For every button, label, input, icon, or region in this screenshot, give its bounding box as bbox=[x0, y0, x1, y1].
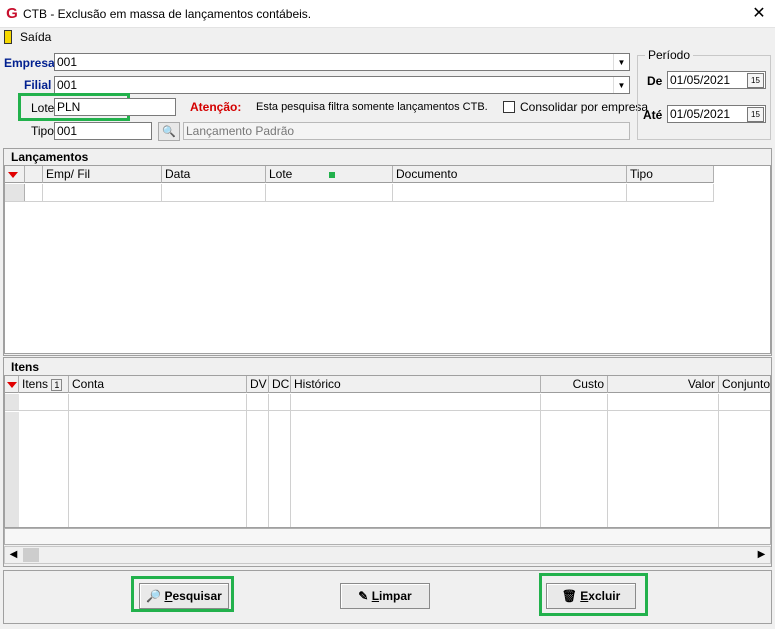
col-conjunto[interactable]: Conjunto bbox=[719, 376, 770, 393]
tipo-input[interactable]: 001 bbox=[54, 122, 152, 140]
excluir-label: xcluir bbox=[588, 589, 621, 603]
empresa-label: Empresa bbox=[4, 56, 55, 70]
calendar-icon[interactable]: 15 bbox=[747, 107, 764, 122]
atencao-text: Esta pesquisa filtra somente lançamentos… bbox=[256, 101, 488, 113]
col-tipo[interactable]: Tipo bbox=[627, 166, 714, 183]
row-selector[interactable] bbox=[5, 184, 25, 201]
trash-icon: 🗑 bbox=[561, 589, 577, 603]
ate-label: Até bbox=[643, 108, 663, 122]
col-documento[interactable]: Documento bbox=[393, 166, 627, 183]
table-row[interactable] bbox=[5, 184, 714, 202]
de-date-input[interactable]: 01/05/2021 15 bbox=[667, 71, 766, 89]
itens-grid-header: Itens 1 Conta DV DC Histórico Custo Valo… bbox=[5, 376, 770, 393]
lote-label: Lote bbox=[31, 101, 55, 115]
col-historico[interactable]: Histórico bbox=[291, 376, 541, 393]
periodo-legend: Período bbox=[645, 48, 694, 62]
filter-triangle-icon[interactable] bbox=[7, 382, 17, 388]
ate-date-input[interactable]: 01/05/2021 15 bbox=[667, 105, 766, 123]
col-custo[interactable]: Custo bbox=[541, 376, 608, 393]
col-itens-label: Itens bbox=[22, 377, 49, 391]
limpar-accel: L bbox=[371, 589, 380, 603]
sort-number-badge: 1 bbox=[51, 379, 63, 391]
col-emp-fil[interactable]: Emp/ Fil bbox=[43, 166, 162, 183]
itens-empty-row bbox=[4, 528, 771, 545]
close-icon[interactable]: ✕ bbox=[748, 4, 770, 24]
empresa-value: 001 bbox=[57, 55, 78, 69]
app-logo-icon: G bbox=[6, 5, 18, 22]
lote-value: PLN bbox=[57, 100, 81, 114]
consolidar-label: Consolidar por empresa bbox=[520, 100, 649, 114]
lancamentos-title: Lançamentos bbox=[11, 150, 89, 164]
magnifier-icon: 🔎 bbox=[146, 589, 162, 603]
search-binoculars-icon[interactable]: 🔍 bbox=[158, 122, 180, 141]
tipo-label: Tipo bbox=[31, 124, 54, 138]
filial-label: Filial bbox=[24, 78, 52, 92]
limpar-label: impar bbox=[379, 589, 412, 603]
chevron-down-icon[interactable]: ▼ bbox=[613, 77, 629, 93]
exit-door-icon[interactable] bbox=[4, 30, 12, 44]
itens-grid[interactable]: Itens 1 Conta DV DC Histórico Custo Valo… bbox=[4, 375, 771, 528]
itens-title: Itens bbox=[11, 360, 40, 374]
empresa-select[interactable]: 001 ▼ bbox=[54, 53, 630, 71]
tipo-value: 001 bbox=[57, 124, 78, 138]
grid-menu-cell[interactable] bbox=[5, 166, 25, 183]
de-date-value: 01/05/2021 bbox=[670, 73, 731, 87]
pesquisar-label: esquisar bbox=[172, 589, 222, 603]
calendar-icon[interactable]: 15 bbox=[747, 73, 764, 88]
excluir-button[interactable]: 🗑 Excluir bbox=[546, 583, 636, 609]
col-valor[interactable]: Valor bbox=[608, 376, 719, 393]
atencao-label: Atenção: bbox=[190, 100, 242, 114]
table-row[interactable] bbox=[5, 394, 770, 411]
grid-menu-cell[interactable] bbox=[5, 376, 19, 393]
sort-indicator-icon bbox=[329, 172, 335, 178]
lancamentos-grid-header: Emp/ Fil Data Lote Documento Tipo bbox=[5, 166, 714, 183]
grid-indicator-col bbox=[25, 166, 43, 183]
menu-bar bbox=[0, 28, 775, 46]
col-itens[interactable]: Itens 1 bbox=[19, 376, 69, 393]
scroll-thumb[interactable] bbox=[23, 548, 39, 562]
col-lote-label: Lote bbox=[269, 167, 293, 181]
lancamentos-grid[interactable]: Emp/ Fil Data Lote Documento Tipo bbox=[4, 165, 771, 354]
ate-date-value: 01/05/2021 bbox=[670, 107, 731, 121]
row-selector-column bbox=[5, 412, 19, 527]
pesquisar-button[interactable]: 🔎 Pesquisar bbox=[139, 583, 229, 609]
col-dv[interactable]: DV bbox=[247, 376, 269, 393]
col-conta[interactable]: Conta bbox=[69, 376, 247, 393]
menu-exit[interactable]: Saída bbox=[20, 30, 51, 44]
col-lote[interactable]: Lote bbox=[266, 166, 393, 183]
filter-triangle-icon[interactable] bbox=[8, 172, 18, 178]
lote-input[interactable]: PLN bbox=[54, 98, 176, 116]
filial-value: 001 bbox=[57, 78, 78, 92]
tipo-description: Lançamento Padrão bbox=[183, 122, 630, 140]
row-selector[interactable] bbox=[5, 394, 19, 410]
scroll-right-icon[interactable]: ▶ bbox=[753, 547, 770, 563]
col-data[interactable]: Data bbox=[162, 166, 266, 183]
col-dc[interactable]: DC bbox=[269, 376, 291, 393]
periodo-group bbox=[637, 55, 771, 140]
eraser-icon: ✎ bbox=[358, 589, 369, 603]
scroll-left-icon[interactable]: ◀ bbox=[5, 547, 22, 563]
consolidar-checkbox[interactable] bbox=[503, 101, 515, 113]
horizontal-scrollbar[interactable]: ◀ ▶ bbox=[4, 546, 771, 564]
filial-select[interactable]: 001 ▼ bbox=[54, 76, 630, 94]
chevron-down-icon[interactable]: ▼ bbox=[613, 54, 629, 70]
de-label: De bbox=[647, 74, 663, 88]
limpar-button[interactable]: ✎ Limpar bbox=[340, 583, 430, 609]
window-title: CTB - Exclusão em massa de lançamentos c… bbox=[23, 7, 312, 21]
